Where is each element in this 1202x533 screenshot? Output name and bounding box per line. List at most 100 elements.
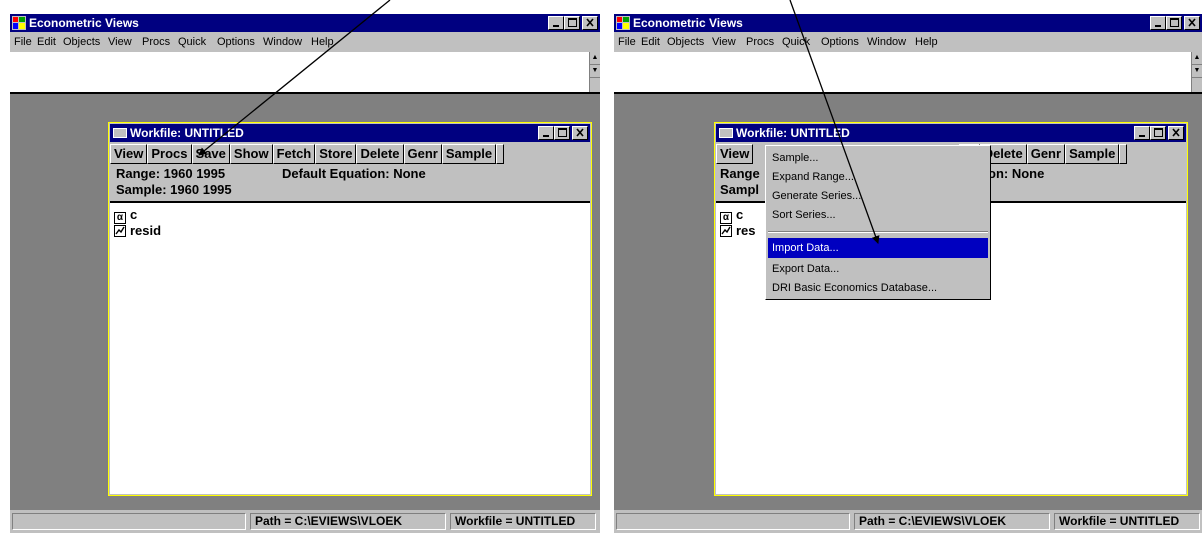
range-label: Range: 1960 1995	[116, 166, 226, 181]
status-bar: Path = C:\EVIEWS\VLOEK Workfile = UNTITL…	[10, 511, 600, 533]
title-bar[interactable]: Econometric Views	[10, 14, 600, 32]
scroll-down-icon[interactable]: ▼	[1192, 65, 1202, 78]
range-label: Range	[720, 166, 760, 181]
toolbar-overflow-button[interactable]	[496, 144, 505, 164]
toolbar-overflow-button[interactable]	[1119, 144, 1128, 164]
command-scrollbar[interactable]: ▲ ▼	[589, 52, 600, 92]
workfile-minimize-button[interactable]	[538, 126, 554, 140]
workfile-close-button[interactable]	[1168, 126, 1184, 140]
menu-bar: File Edit Objects View Procs Quick Optio…	[614, 32, 1202, 52]
sample-label: Sample: 1960 1995	[116, 182, 232, 197]
workfile-title-bar[interactable]: Workfile: UNTITLED	[110, 124, 590, 142]
command-scrollbar[interactable]: ▲ ▼	[1191, 52, 1202, 92]
workfile-icon	[719, 128, 733, 138]
menu-quick[interactable]: Quick	[782, 36, 810, 48]
workfile-maximize-button[interactable]	[554, 126, 570, 140]
menu-item-expand-range[interactable]: Expand Range...	[768, 167, 988, 187]
menu-edit[interactable]: Edit	[641, 36, 660, 48]
menu-view[interactable]: View	[108, 36, 132, 48]
sample-button[interactable]: Sample	[441, 144, 497, 164]
status-workfile: Workfile = UNTITLED	[450, 513, 596, 530]
workspace: Workfile: UNTITLED View Procs Save Show …	[10, 94, 600, 510]
workfile-info: Range: 1960 1995 Default Equation: None …	[110, 165, 590, 199]
menu-file[interactable]: File	[618, 36, 636, 48]
show-button[interactable]: Show	[229, 144, 273, 164]
sample-label: Sampl	[720, 182, 760, 197]
procs-menu: Sample... Expand Range... Generate Serie…	[765, 145, 991, 300]
command-window[interactable]	[10, 52, 600, 94]
status-path: Path = C:\EVIEWS\VLOEK	[250, 513, 446, 530]
menu-window[interactable]: Window	[263, 36, 302, 48]
sample-button[interactable]: Sample	[1065, 144, 1120, 164]
menu-item-generate-series[interactable]: Generate Series...	[768, 186, 988, 206]
menu-item-export-data[interactable]: Export Data...	[768, 259, 988, 279]
menu-help[interactable]: Help	[915, 36, 938, 48]
scroll-up-icon[interactable]: ▲	[590, 52, 600, 65]
menu-quick[interactable]: Quick	[178, 36, 206, 48]
menu-procs[interactable]: Procs	[142, 36, 170, 48]
scroll-down-icon[interactable]: ▼	[590, 65, 600, 78]
app-title: Econometric Views	[29, 16, 139, 30]
menu-options[interactable]: Options	[217, 36, 255, 48]
default-equation-label: on: None	[988, 166, 1045, 181]
object-resid[interactable]: resid	[114, 223, 161, 239]
workfile-title: Workfile: UNTITLED	[130, 126, 244, 140]
title-bar[interactable]: Econometric Views	[614, 14, 1202, 32]
close-button[interactable]	[1184, 16, 1200, 30]
delete-button[interactable]: Delete	[356, 144, 404, 164]
object-c[interactable]: αc	[720, 207, 743, 224]
minimize-icon	[543, 135, 549, 137]
save-button[interactable]: Save	[191, 144, 230, 164]
minimize-button[interactable]	[548, 16, 564, 30]
object-resid[interactable]: res	[720, 223, 756, 239]
menu-item-sample[interactable]: Sample...	[768, 148, 988, 168]
default-equation-label: Default Equation: None	[282, 166, 426, 181]
menu-item-dri-database[interactable]: DRI Basic Economics Database...	[768, 278, 988, 298]
close-icon	[586, 18, 594, 27]
menu-window[interactable]: Window	[867, 36, 906, 48]
scroll-up-icon[interactable]: ▲	[1192, 52, 1202, 65]
close-button[interactable]	[582, 16, 598, 30]
workfile-maximize-button[interactable]	[1150, 126, 1166, 140]
maximize-icon	[568, 18, 577, 27]
menu-help[interactable]: Help	[311, 36, 334, 48]
workfile-title-bar[interactable]: Workfile: UNTITLED	[716, 124, 1186, 142]
close-icon	[576, 128, 584, 137]
procs-button[interactable]: Procs	[147, 144, 192, 164]
menu-file[interactable]: File	[14, 36, 32, 48]
menu-options[interactable]: Options	[821, 36, 859, 48]
eviews-app-icon	[12, 16, 26, 30]
menu-edit[interactable]: Edit	[37, 36, 56, 48]
view-button[interactable]: View	[716, 144, 754, 164]
menu-objects[interactable]: Objects	[667, 36, 704, 48]
genr-button[interactable]: Genr	[403, 144, 442, 164]
command-window[interactable]	[614, 52, 1202, 94]
workfile-toolbar: View Procs Save Show Fetch Store Delete …	[110, 144, 590, 164]
minimize-icon	[1155, 25, 1161, 27]
menu-item-import-data[interactable]: Import Data...	[768, 238, 988, 258]
minimize-icon	[553, 25, 559, 27]
menu-item-sort-series[interactable]: Sort Series...	[768, 205, 988, 225]
store-button[interactable]: Store	[315, 144, 357, 164]
view-button[interactable]: View	[110, 144, 148, 164]
menu-procs[interactable]: Procs	[746, 36, 774, 48]
workfile-minimize-button[interactable]	[1134, 126, 1150, 140]
status-workfile: Workfile = UNTITLED	[1054, 513, 1200, 530]
maximize-button[interactable]	[564, 16, 580, 30]
genr-button[interactable]: Genr	[1026, 144, 1066, 164]
object-c[interactable]: αc	[114, 207, 137, 224]
minimize-button[interactable]	[1150, 16, 1166, 30]
fetch-button[interactable]: Fetch	[272, 144, 316, 164]
series-icon	[720, 225, 732, 237]
maximize-icon	[558, 128, 567, 137]
workfile-close-button[interactable]	[572, 126, 588, 140]
menu-objects[interactable]: Objects	[63, 36, 100, 48]
maximize-button[interactable]	[1166, 16, 1182, 30]
status-bar: Path = C:\EVIEWS\VLOEK Workfile = UNTITL…	[614, 511, 1202, 533]
menu-bar: File Edit Objects View Procs Quick Optio…	[10, 32, 600, 52]
menu-view[interactable]: View	[712, 36, 736, 48]
minimize-icon	[1139, 135, 1145, 137]
workfile-object-list: αc resid	[110, 201, 590, 494]
workfile-icon	[113, 128, 127, 138]
workfile-title: Workfile: UNTITLED	[736, 126, 850, 140]
